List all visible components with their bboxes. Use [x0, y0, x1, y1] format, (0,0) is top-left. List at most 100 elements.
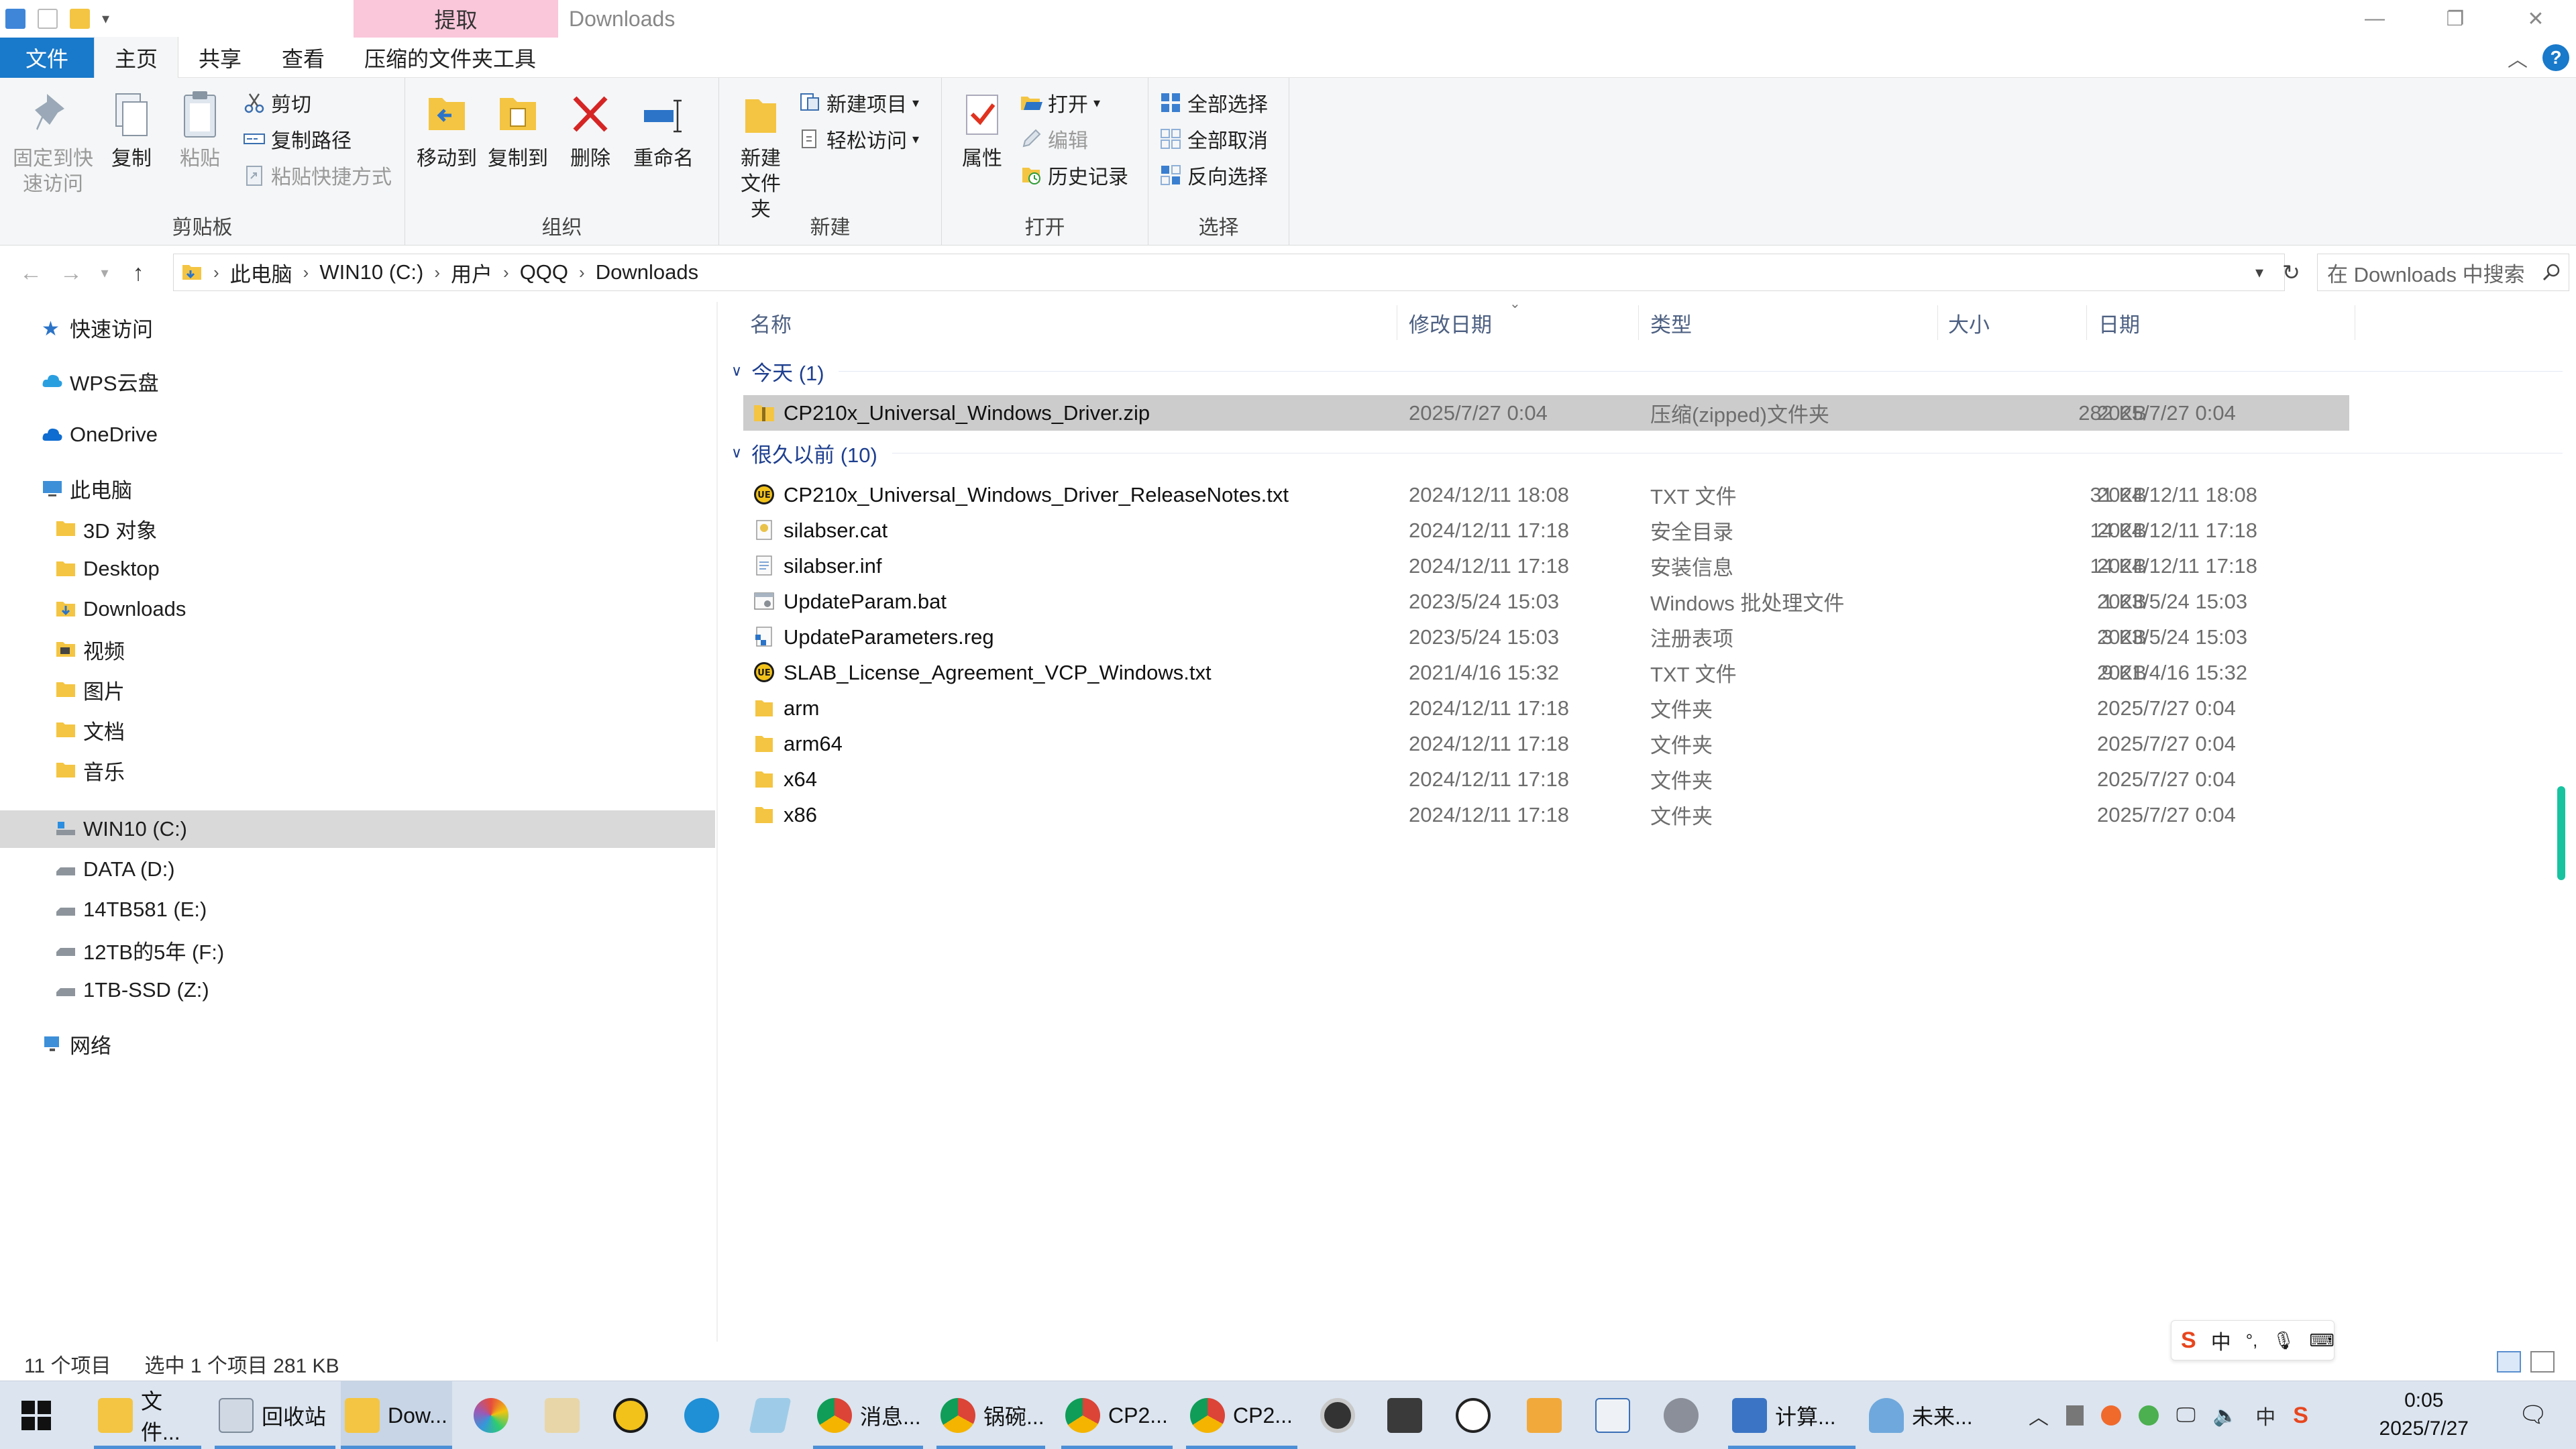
taskbar-edge[interactable] — [684, 1381, 719, 1449]
column-divider[interactable] — [1937, 305, 1938, 340]
taskbar-chrome-1[interactable]: 消息... — [813, 1381, 923, 1449]
tab-home[interactable]: 主页 — [94, 37, 179, 78]
large-icons-view-icon[interactable] — [2530, 1351, 2555, 1373]
open-button[interactable]: 打开 ▾ — [1020, 85, 1100, 121]
nav-desktop[interactable]: Desktop — [0, 550, 715, 588]
tray-ime-icon[interactable]: 中 — [2255, 1401, 2275, 1430]
paste-shortcut-button[interactable]: 粘贴快捷方式 — [243, 157, 392, 193]
copy-path-button[interactable]: 复制路径 — [243, 121, 352, 157]
select-none-button[interactable]: 全部取消 — [1159, 121, 1268, 157]
nav-network[interactable]: 网络 — [0, 1025, 715, 1063]
easy-access-button[interactable]: 轻松访问 ▾ — [798, 121, 919, 157]
file-row[interactable]: CP210x_Universal_Windows_Driver.zip 2025… — [743, 395, 2349, 431]
crumb-separator-icon[interactable]: › — [434, 262, 440, 283]
scroll-indicator[interactable] — [2557, 786, 2565, 880]
crumb-separator-icon[interactable]: › — [303, 262, 309, 283]
refresh-icon[interactable]: ↻ — [2282, 254, 2300, 291]
column-divider[interactable] — [2086, 305, 2087, 340]
customize-toolbar-icon[interactable]: ▾ — [102, 10, 109, 28]
nav-drive-d[interactable]: DATA (D:) — [0, 851, 715, 888]
crumb-drive-c[interactable]: WIN10 (C:) — [319, 260, 423, 284]
nav-drive-z[interactable]: 1TB-SSD (Z:) — [0, 971, 715, 1009]
column-header-size[interactable]: 大小 — [1948, 305, 1990, 340]
file-row[interactable]: x64 2024/12/11 17:18 文件夹 2025/7/27 0:04 — [743, 761, 2349, 797]
select-all-button[interactable]: 全部选择 — [1159, 85, 1268, 121]
history-button[interactable]: 历史记录 — [1020, 157, 1128, 193]
nav-onedrive[interactable]: OneDrive — [0, 416, 715, 453]
taskbar-chrome-2[interactable]: 锅碗... — [936, 1381, 1045, 1449]
properties-quick-icon[interactable] — [5, 9, 25, 29]
nav-drive-c[interactable]: WIN10 (C:) — [0, 810, 715, 848]
search-box[interactable]: 在 Downloads 中搜索 — [2317, 254, 2569, 291]
taskbar-app-gear[interactable] — [1664, 1381, 1699, 1449]
tray-overflow-icon[interactable]: ︿ — [2029, 1401, 2049, 1430]
file-row[interactable]: UpdateParameters.reg 2023/5/24 15:03 注册表… — [743, 619, 2349, 655]
taskbar-app-r[interactable] — [1595, 1381, 1630, 1449]
file-row[interactable]: arm 2024/12/11 17:18 文件夹 2025/7/27 0:04 — [743, 690, 2349, 726]
new-item-button[interactable]: 新建项目 ▾ — [798, 85, 919, 121]
nav-quick-access[interactable]: ★ 快速访问 — [0, 309, 715, 346]
crumb-users[interactable]: 用户 — [451, 258, 492, 288]
pin-quick-access-button[interactable]: 固定到快速访问 — [9, 89, 97, 197]
column-header-date[interactable]: 日期 — [2098, 305, 2140, 340]
paste-button[interactable]: 粘贴 — [173, 89, 227, 172]
invert-selection-button[interactable]: 反向选择 — [1159, 157, 1268, 193]
nav-videos[interactable]: 视频 — [0, 631, 715, 668]
properties-button[interactable]: 属性 — [949, 89, 1016, 172]
nav-drive-e[interactable]: 14TB581 (E:) — [0, 891, 715, 928]
close-button[interactable]: ✕ — [2496, 0, 2576, 38]
new-folder-button[interactable]: 新建文件夹 — [726, 89, 796, 223]
help-icon[interactable]: ? — [2542, 44, 2569, 71]
nav-pictures[interactable]: 图片 — [0, 671, 715, 708]
taskbar-weather[interactable]: 未来... — [1869, 1381, 1973, 1449]
address-dropdown-icon[interactable]: ▾ — [2255, 254, 2263, 291]
column-header-modified[interactable]: 修改日期 — [1409, 305, 1492, 340]
taskbar-calculator[interactable]: 计算... — [1728, 1381, 1856, 1449]
group-header-today[interactable]: ∨ 今天 (1) — [731, 354, 824, 388]
volume-icon[interactable]: 🔈 — [2213, 1404, 2238, 1428]
nav-drive-f[interactable]: 12TB的5年 (F:) — [0, 931, 715, 969]
nav-wps-cloud[interactable]: WPS云盘 — [0, 362, 715, 400]
tab-view[interactable]: 查看 — [262, 38, 345, 78]
taskbar-color-app[interactable] — [474, 1381, 508, 1449]
taskbar-recycle-bin[interactable]: 回收站 — [215, 1381, 335, 1449]
file-row[interactable]: UE CP210x_Universal_Windows_Driver_Relea… — [743, 477, 2349, 513]
taskbar-app-audio[interactable] — [1456, 1381, 1491, 1449]
restore-button[interactable]: ❐ — [2415, 0, 2496, 38]
crumb-downloads[interactable]: Downloads — [596, 260, 698, 284]
collapse-ribbon-icon[interactable]: ︿ — [2508, 43, 2528, 72]
crumb-user-qqq[interactable]: QQQ — [520, 260, 568, 284]
taskbar-paint-app[interactable] — [545, 1381, 580, 1449]
tray-fox-icon[interactable] — [2101, 1405, 2121, 1426]
tray-shield-icon[interactable] — [2139, 1405, 2159, 1426]
pane-splitter[interactable] — [716, 302, 718, 1342]
nav-3d-objects[interactable]: 3D 对象 — [0, 510, 715, 547]
forward-arrow-icon[interactable]: → — [51, 250, 91, 297]
taskbar-chrome-4[interactable]: CP2... — [1186, 1381, 1297, 1449]
sogou-logo-icon[interactable]: S — [2181, 1328, 2196, 1354]
cut-button[interactable]: 剪切 — [243, 85, 311, 121]
nav-downloads[interactable]: Downloads — [0, 590, 715, 628]
recent-locations-icon[interactable]: ▾ — [91, 250, 118, 297]
folder-quick-icon[interactable] — [70, 9, 90, 29]
sogou-tray-icon[interactable]: S — [2293, 1403, 2308, 1429]
file-row[interactable]: UpdateParam.bat 2023/5/24 15:03 Windows … — [743, 584, 2349, 619]
checkmark-quick-icon[interactable] — [38, 9, 58, 29]
rename-button[interactable]: 重命名 — [627, 89, 700, 172]
taskbar-app-mfc[interactable] — [1527, 1381, 1562, 1449]
copy-to-button[interactable]: 复制到 — [486, 89, 550, 172]
punctuation-icon[interactable]: °, — [2246, 1330, 2258, 1351]
column-header-type[interactable]: 类型 — [1650, 305, 1692, 340]
nav-documents[interactable]: 文档 — [0, 711, 715, 749]
ime-language-toggle[interactable]: 中 — [2211, 1326, 2231, 1355]
taskbar-file-explorer[interactable]: 文件... — [94, 1381, 201, 1449]
taskbar-app-disc[interactable] — [1320, 1381, 1355, 1449]
keyboard-icon[interactable]: ⌨ — [2309, 1330, 2334, 1351]
details-view-icon[interactable] — [2497, 1351, 2521, 1373]
file-row[interactable]: arm64 2024/12/11 17:18 文件夹 2025/7/27 0:0… — [743, 726, 2349, 761]
file-row[interactable]: silabser.cat 2024/12/11 17:18 安全目录 14 KB… — [743, 513, 2349, 548]
crumb-separator-icon[interactable]: › — [579, 262, 585, 283]
back-arrow-icon[interactable]: ← — [11, 250, 51, 297]
crumb-this-pc[interactable]: 此电脑 — [230, 258, 292, 288]
minimize-button[interactable]: — — [2334, 0, 2415, 38]
